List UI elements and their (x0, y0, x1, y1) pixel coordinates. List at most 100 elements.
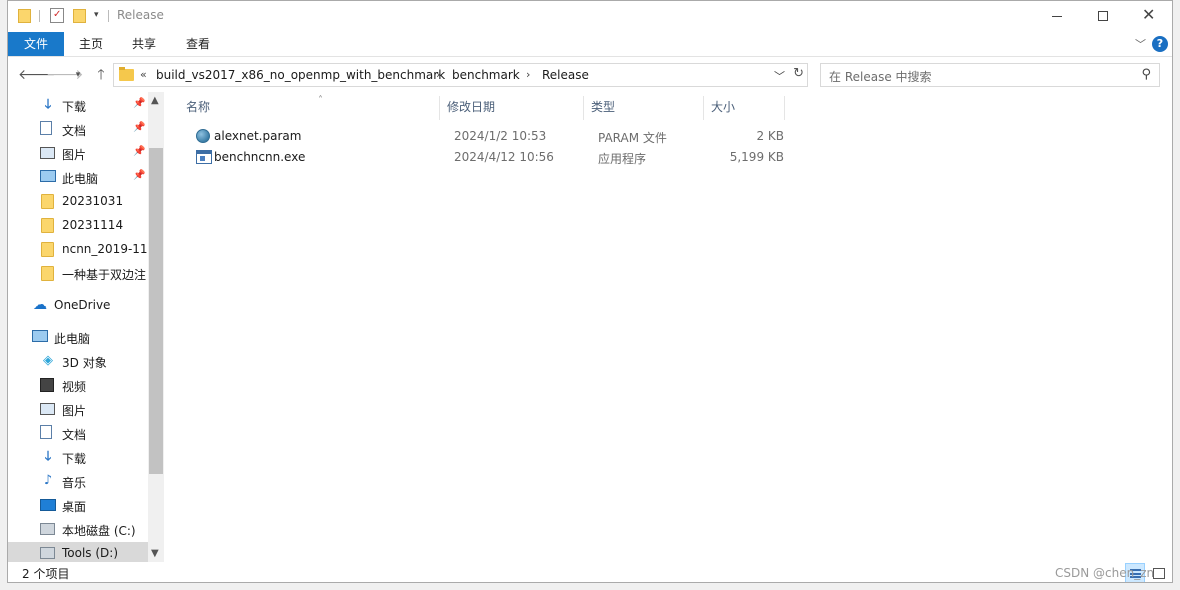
pin-icon[interactable]: 📌 (133, 146, 145, 157)
sidebar-item-label: 本地磁盘 (C:) (62, 524, 136, 538)
expand-ribbon-icon[interactable]: ﹀ (1135, 36, 1146, 52)
sidebar-item-music[interactable]: ♪ 音乐 (8, 470, 148, 492)
chevron-down-icon[interactable]: ﹀ (774, 68, 785, 84)
video-icon (40, 378, 54, 392)
column-label: 修改日期 (447, 100, 496, 114)
file-row[interactable]: benchncnn.exe 2024/4/12 10:56 应用程序 5,199… (184, 147, 784, 168)
large-icons-view-icon (1153, 568, 1165, 579)
maximize-button[interactable] (1080, 1, 1126, 32)
scrollbar-thumb[interactable] (149, 148, 163, 474)
column-label: 名称 (186, 100, 211, 114)
column-header-size[interactable]: 大小 (705, 96, 785, 120)
pin-icon[interactable]: 📌 (133, 170, 145, 181)
breadcrumb-segment[interactable]: Release (542, 68, 589, 82)
address-overflow[interactable]: « (140, 68, 147, 81)
drive-icon (40, 547, 55, 559)
download-icon: 🡓 (44, 97, 52, 112)
sidebar-item-label: 文档 (62, 428, 87, 442)
breadcrumb-segment[interactable]: benchmark (452, 68, 520, 82)
minimize-button[interactable] (1034, 1, 1080, 32)
sidebar-item-label: 图片 (62, 148, 87, 162)
recent-locations-button[interactable]: ▾ (68, 66, 88, 84)
sidebar-item-label: 此电脑 (62, 172, 99, 186)
sidebar-item-pictures-pc[interactable]: 图片 (8, 398, 148, 420)
scroll-down-icon[interactable]: ▼ (151, 548, 159, 559)
divider (108, 10, 109, 22)
sidebar-item-desktop[interactable]: 桌面 (8, 494, 148, 516)
sidebar-item-label: 下载 (62, 100, 87, 114)
sidebar-item-folder[interactable]: 20231031 (8, 190, 148, 212)
search-input[interactable]: 在 Release 中搜索 ⚲ (820, 63, 1160, 87)
address-bar[interactable]: « build_vs2017_x86_no_openmp_with_benchm… (113, 63, 808, 87)
sidebar-item-label: 3D 对象 (62, 356, 107, 370)
tab-file[interactable]: 文件 (8, 32, 64, 56)
customize-quick-access-icon[interactable]: ▾ (94, 10, 99, 30)
file-type: 应用程序 (598, 152, 647, 166)
tab-view[interactable]: 查看 (172, 32, 224, 56)
status-bar: 2 个项目 (8, 562, 1172, 582)
column-label: 大小 (711, 100, 736, 114)
picture-icon (40, 147, 55, 159)
sidebar-item-label: ncnn_2019-11-1 (62, 242, 148, 256)
folder-icon (119, 67, 134, 81)
chevron-right-icon[interactable]: › (526, 68, 530, 81)
back-button[interactable]: 🡐 (18, 66, 56, 84)
breadcrumb-segment[interactable]: build_vs2017_x86_no_openmp_with_benchmar… (156, 68, 445, 82)
sidebar-item-documents[interactable]: 文档 📌 (8, 118, 148, 140)
desktop-icon (40, 499, 56, 511)
sidebar-item-drive-c[interactable]: 本地磁盘 (C:) (8, 518, 148, 540)
new-folder-icon[interactable] (73, 9, 86, 23)
sidebar-item-folder[interactable]: 20231114 (8, 214, 148, 236)
sidebar-item-3d-objects[interactable]: ◈ 3D 对象 (8, 350, 148, 372)
sidebar-item-videos[interactable]: 视频 (8, 374, 148, 396)
scroll-up-icon[interactable]: ▲ (151, 95, 159, 106)
column-header-type[interactable]: 类型 (585, 96, 704, 120)
document-icon (40, 121, 52, 135)
sidebar-item-label: 此电脑 (54, 332, 91, 346)
watermark: CSDN @chen_zn (1055, 566, 1155, 580)
file-row[interactable]: alexnet.param 2024/1/2 10:53 PARAM 文件 2 … (184, 126, 784, 147)
file-size: 2 KB (756, 129, 784, 143)
forward-button[interactable]: 🡒 (46, 66, 84, 84)
navigation-bar: 🡐 🡒 ▾ 🡑 « build_vs2017_x86_no_openmp_wit… (8, 58, 1172, 92)
help-icon[interactable]: ? (1152, 36, 1168, 52)
sidebar-item-label: 图片 (62, 404, 87, 418)
sidebar-item-this-pc[interactable]: 此电脑 (8, 326, 148, 348)
picture-icon (40, 403, 55, 415)
sidebar-item-label: Tools (D:) (62, 546, 119, 560)
sidebar-item-this-pc-pinned[interactable]: 此电脑 📌 (8, 166, 148, 188)
file-date: 2024/1/2 10:53 (454, 129, 547, 143)
up-button[interactable]: 🡑 (91, 66, 111, 84)
pin-icon[interactable]: 📌 (133, 122, 145, 133)
pin-icon[interactable]: 📌 (133, 98, 145, 109)
column-header-name[interactable]: 名称 ˄ (180, 95, 440, 120)
sidebar-item-folder[interactable]: 一种基于双边注 (8, 262, 148, 284)
refresh-icon[interactable]: ↻ (793, 66, 804, 81)
sidebar-item-drive-d[interactable]: Tools (D:) (8, 542, 148, 562)
sidebar-item-documents-pc[interactable]: 文档 (8, 422, 148, 444)
file-name: benchncnn.exe (214, 150, 306, 164)
sidebar-scrollbar[interactable]: ▲ ▼ (148, 92, 164, 562)
file-size: 5,199 KB (729, 150, 784, 164)
folder-icon (41, 266, 54, 281)
param-file-icon (196, 129, 210, 143)
close-button[interactable]: ✕ (1126, 1, 1172, 32)
sidebar-item-label: OneDrive (54, 298, 111, 312)
music-icon: ♪ (43, 473, 53, 488)
sidebar-item-label: 视频 (62, 380, 87, 394)
column-header-date[interactable]: 修改日期 (441, 96, 584, 120)
sidebar-item-folder[interactable]: ncnn_2019-11-1 (8, 238, 148, 260)
sidebar-item-downloads-pc[interactable]: 🡓 下载 (8, 446, 148, 468)
search-icon[interactable]: ⚲ (1141, 67, 1151, 82)
sidebar-item-label: 20231114 (62, 218, 124, 232)
tab-home[interactable]: 主页 (66, 32, 116, 56)
properties-icon[interactable]: ✓ (50, 8, 64, 23)
column-label: 类型 (591, 100, 616, 114)
sidebar-item-onedrive[interactable]: ☁ OneDrive (8, 294, 148, 316)
folder-icon (41, 218, 54, 233)
tab-share[interactable]: 共享 (118, 32, 170, 56)
sidebar-item-downloads[interactable]: 🡓 下载 📌 (8, 94, 148, 116)
item-count: 2 个项目 (22, 567, 70, 581)
chevron-right-icon[interactable]: › (436, 68, 440, 81)
sidebar-item-pictures[interactable]: 图片 📌 (8, 142, 148, 164)
